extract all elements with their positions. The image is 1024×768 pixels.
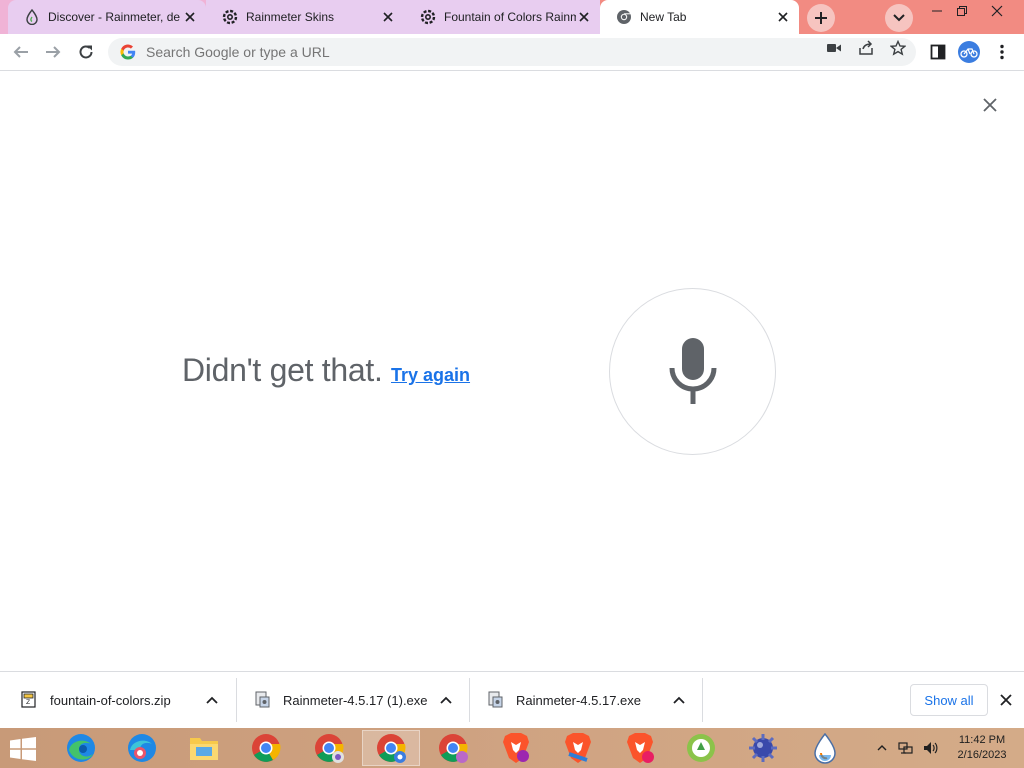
more-menu-icon[interactable] [992,42,1012,62]
brave-beta-icon[interactable] [616,730,664,766]
system-clock[interactable]: 11:42 PM 2/16/2023 [950,733,1014,763]
start-button[interactable] [8,736,38,762]
file-explorer-icon[interactable] [180,730,228,766]
edge-icon[interactable] [57,730,105,766]
clock-time: 11:42 PM [958,734,1006,746]
edge-dev-icon[interactable] [118,730,166,766]
chevron-up-icon[interactable] [438,692,454,708]
installer-icon [486,691,504,709]
side-panel-icon[interactable] [928,42,948,62]
close-tab-icon[interactable] [775,9,791,25]
voice-search-close-button[interactable] [980,95,1000,115]
browser-toolbar [0,34,1024,71]
show-all-downloads-button[interactable]: Show all [910,684,988,716]
clock-date: 2/16/2023 [957,749,1007,761]
windows-taskbar: 11:42 PM 2/16/2023 [0,728,1024,768]
tab-search-button[interactable] [885,4,913,32]
chevron-up-icon[interactable] [204,692,220,708]
close-tab-icon[interactable] [182,9,198,25]
rainmeter-drop-icon[interactable] [801,730,849,766]
download-filename: Rainmeter-4.5.17.exe [516,692,642,708]
profile-avatar[interactable] [958,41,980,63]
download-shelf: Z fountain-of-colors.zip Rainmeter-4.5.1… [0,671,1024,728]
tab-discover-rainmeter[interactable]: Discover - Rainmeter, de [8,0,206,34]
rainmeter-drop-icon [24,9,40,25]
video-camera-icon[interactable] [826,40,842,56]
chrome-profile-icon[interactable] [305,730,353,766]
chrome-icon [616,9,632,25]
restore-button[interactable] [945,0,979,22]
download-item[interactable]: Z fountain-of-colors.zip [0,672,236,728]
back-button[interactable] [7,38,35,66]
network-icon[interactable] [898,740,914,756]
tab-rainmeter-skins[interactable]: Rainmeter Skins [206,0,404,34]
chrome-icon[interactable] [242,730,290,766]
close-icon [983,98,997,112]
brave-nightly-icon[interactable] [554,730,602,766]
shelf-separator [702,678,703,722]
chevron-up-icon[interactable] [874,740,890,756]
share-icon[interactable] [858,40,874,56]
voice-search-mic-button[interactable] [609,288,776,455]
arrow-right-icon [46,46,61,58]
arrow-left-icon [13,46,28,58]
installer-icon [253,691,271,709]
google-g-icon [120,44,136,60]
plus-icon [815,12,827,24]
windows-logo-icon [10,737,36,761]
close-tab-icon[interactable] [380,9,396,25]
gear-icon [420,9,436,25]
reload-icon [79,45,93,59]
tab-title: New Tab [640,10,687,24]
close-icon [991,5,1003,17]
tab-title: Fountain of Colors Rainm [444,10,576,24]
tab-fountain-of-colors[interactable]: Fountain of Colors Rainm [404,0,600,34]
download-filename: Rainmeter-4.5.17 (1).exe [283,692,428,708]
microphone-icon [669,337,716,404]
download-item[interactable]: Rainmeter-4.5.17 (1).exe [233,672,469,728]
download-filename: fountain-of-colors.zip [50,692,171,708]
bookmark-star-icon[interactable] [890,40,906,56]
address-bar[interactable] [108,38,916,66]
tab-title: Rainmeter Skins [246,10,335,24]
minimize-icon [932,10,942,12]
new-tab-button[interactable] [807,4,835,32]
voice-search-overlay: Didn't get that. Try again [0,71,1024,671]
close-tab-icon[interactable] [576,9,592,25]
chevron-down-icon [893,14,905,22]
gear-icon [222,9,238,25]
chevron-up-icon[interactable] [671,692,687,708]
volume-icon[interactable] [922,740,938,756]
tab-new-tab[interactable]: New Tab [600,0,799,34]
tab-title: Discover - Rainmeter, de [48,10,181,24]
close-window-button[interactable] [980,0,1014,22]
tab-strip: Discover - Rainmeter, de Rainmeter Skins… [0,0,1024,34]
chrome-profile-icon[interactable] [429,730,477,766]
reload-button[interactable] [72,38,100,66]
zip-file-icon: Z [20,691,38,709]
try-again-link[interactable]: Try again [391,365,470,386]
chrome-profile-active-icon[interactable] [362,730,420,766]
brave-icon[interactable] [492,730,540,766]
virus-app-icon[interactable] [739,730,787,766]
restore-icon [957,6,967,16]
svg-text:Z: Z [26,699,30,706]
profile-bike-icon [960,48,978,58]
search-input[interactable] [146,44,786,60]
green-app-icon[interactable] [677,730,725,766]
close-shelf-icon[interactable] [997,691,1015,709]
forward-button[interactable] [39,38,67,66]
voice-search-message: Didn't get that. [182,352,383,388]
download-item[interactable]: Rainmeter-4.5.17.exe [466,672,702,728]
